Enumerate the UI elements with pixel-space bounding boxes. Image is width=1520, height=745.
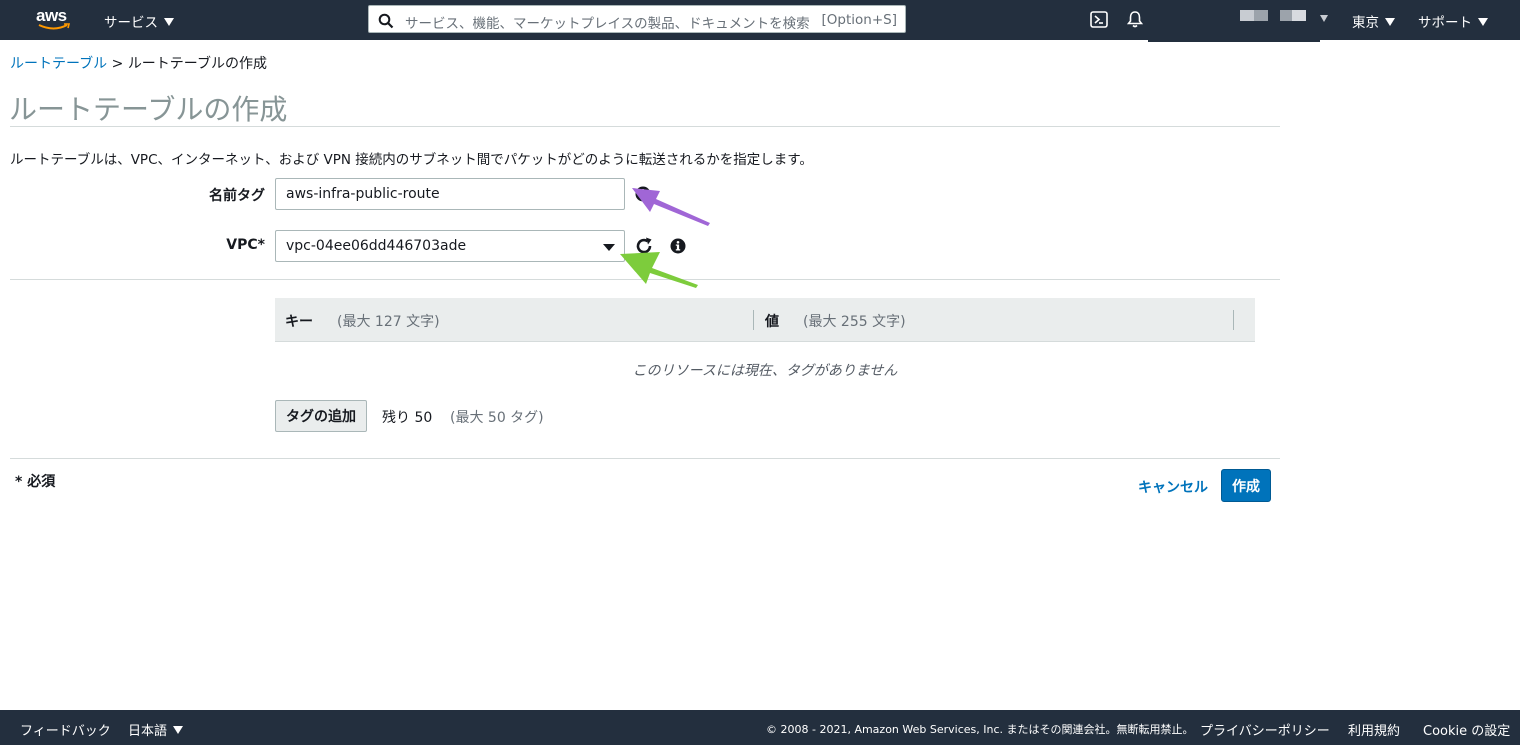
services-menu[interactable]: サービス — [104, 11, 174, 31]
search-input[interactable]: サービス、機能、マーケットプレイスの製品、ドキュメントを検索 [Option+S… — [368, 5, 906, 33]
aws-smile-icon — [38, 23, 71, 30]
support-menu[interactable]: サポート — [1418, 11, 1488, 31]
create-button[interactable]: 作成 — [1221, 469, 1271, 502]
key-column-hint: (最大 127 文字) — [337, 314, 440, 330]
search-shortcut-hint: [Option+S] — [821, 12, 897, 28]
breadcrumb-current: ルートテーブルの作成 — [127, 56, 267, 72]
footer: フィードバック 日本語 © 2008 - 2021, Amazon Web Se… — [0, 710, 1520, 745]
search-icon — [378, 13, 394, 29]
account-menu[interactable] — [1148, 0, 1320, 42]
region-label: 東京 — [1352, 15, 1379, 31]
breadcrumb: ルートテーブル > ルートテーブルの作成 — [10, 53, 267, 73]
language-selector[interactable]: 日本語 — [128, 720, 184, 739]
feedback-link[interactable]: フィードバック — [20, 720, 111, 739]
copyright-text: © 2008 - 2021, Amazon Web Services, Inc.… — [766, 723, 1194, 736]
column-resizer[interactable] — [1233, 310, 1234, 330]
terms-link[interactable]: 利用規約 — [1348, 720, 1400, 739]
vpc-select-value: vpc-04ee06dd446703ade — [286, 238, 467, 254]
page-title: ルートテーブルの作成 — [9, 93, 288, 126]
chevron-down-icon — [173, 726, 184, 734]
chevron-down-icon — [1478, 18, 1488, 26]
add-tag-button[interactable]: タグの追加 — [275, 400, 367, 432]
key-column-header: キー — [285, 314, 313, 330]
name-tag-label: 名前タグ — [209, 188, 265, 204]
support-label: サポート — [1418, 15, 1472, 31]
tags-remaining: 残り 50 — [382, 410, 433, 426]
aws-logo-icon[interactable]: aws — [36, 6, 72, 34]
breadcrumb-separator: > — [111, 56, 124, 72]
cloudshell-icon[interactable] — [1090, 11, 1108, 32]
chevron-down-icon[interactable] — [1320, 15, 1328, 22]
bell-icon[interactable] — [1126, 10, 1144, 32]
divider — [10, 458, 1280, 459]
chevron-down-icon — [164, 18, 174, 26]
top-navigation-bar: aws サービス サービス、機能、マーケットプレイスの製品、ドキュメントを検索 … — [0, 0, 1520, 42]
breadcrumb-link-route-tables[interactable]: ルートテーブル — [10, 56, 107, 72]
annotation-arrow-green — [620, 252, 698, 288]
required-note: * 必須 — [15, 474, 56, 490]
annotation-arrow-purple — [632, 188, 710, 226]
tags-max: (最大 50 タグ) — [450, 410, 544, 426]
region-selector[interactable]: 東京 — [1352, 11, 1395, 31]
page-description: ルートテーブルは、VPC、インターネット、および VPN 接続内のサブネット間で… — [10, 152, 813, 168]
cancel-button[interactable]: キャンセル — [1138, 477, 1208, 497]
vpc-label: VPC* — [226, 237, 265, 253]
vpc-select[interactable]: vpc-04ee06dd446703ade — [275, 230, 625, 262]
value-column-header: 値 — [765, 314, 779, 330]
tags-table-header: キー (最大 127 文字) 値 (最大 255 文字) — [275, 298, 1255, 342]
value-column-hint: (最大 255 文字) — [803, 314, 906, 330]
empty-tags-message: このリソースには現在、タグがありません — [632, 363, 898, 379]
language-label: 日本語 — [128, 724, 168, 739]
cookie-settings-link[interactable]: Cookie の設定 — [1423, 720, 1510, 739]
column-resizer[interactable] — [753, 310, 754, 330]
divider — [10, 126, 1280, 127]
chevron-down-icon — [1385, 18, 1395, 26]
services-label: サービス — [104, 15, 158, 31]
name-tag-input[interactable] — [275, 178, 625, 210]
privacy-policy-link[interactable]: プライバシーポリシー — [1200, 720, 1330, 739]
search-placeholder: サービス、機能、マーケットプレイスの製品、ドキュメントを検索 — [405, 16, 810, 32]
caret-down-icon — [603, 244, 615, 251]
